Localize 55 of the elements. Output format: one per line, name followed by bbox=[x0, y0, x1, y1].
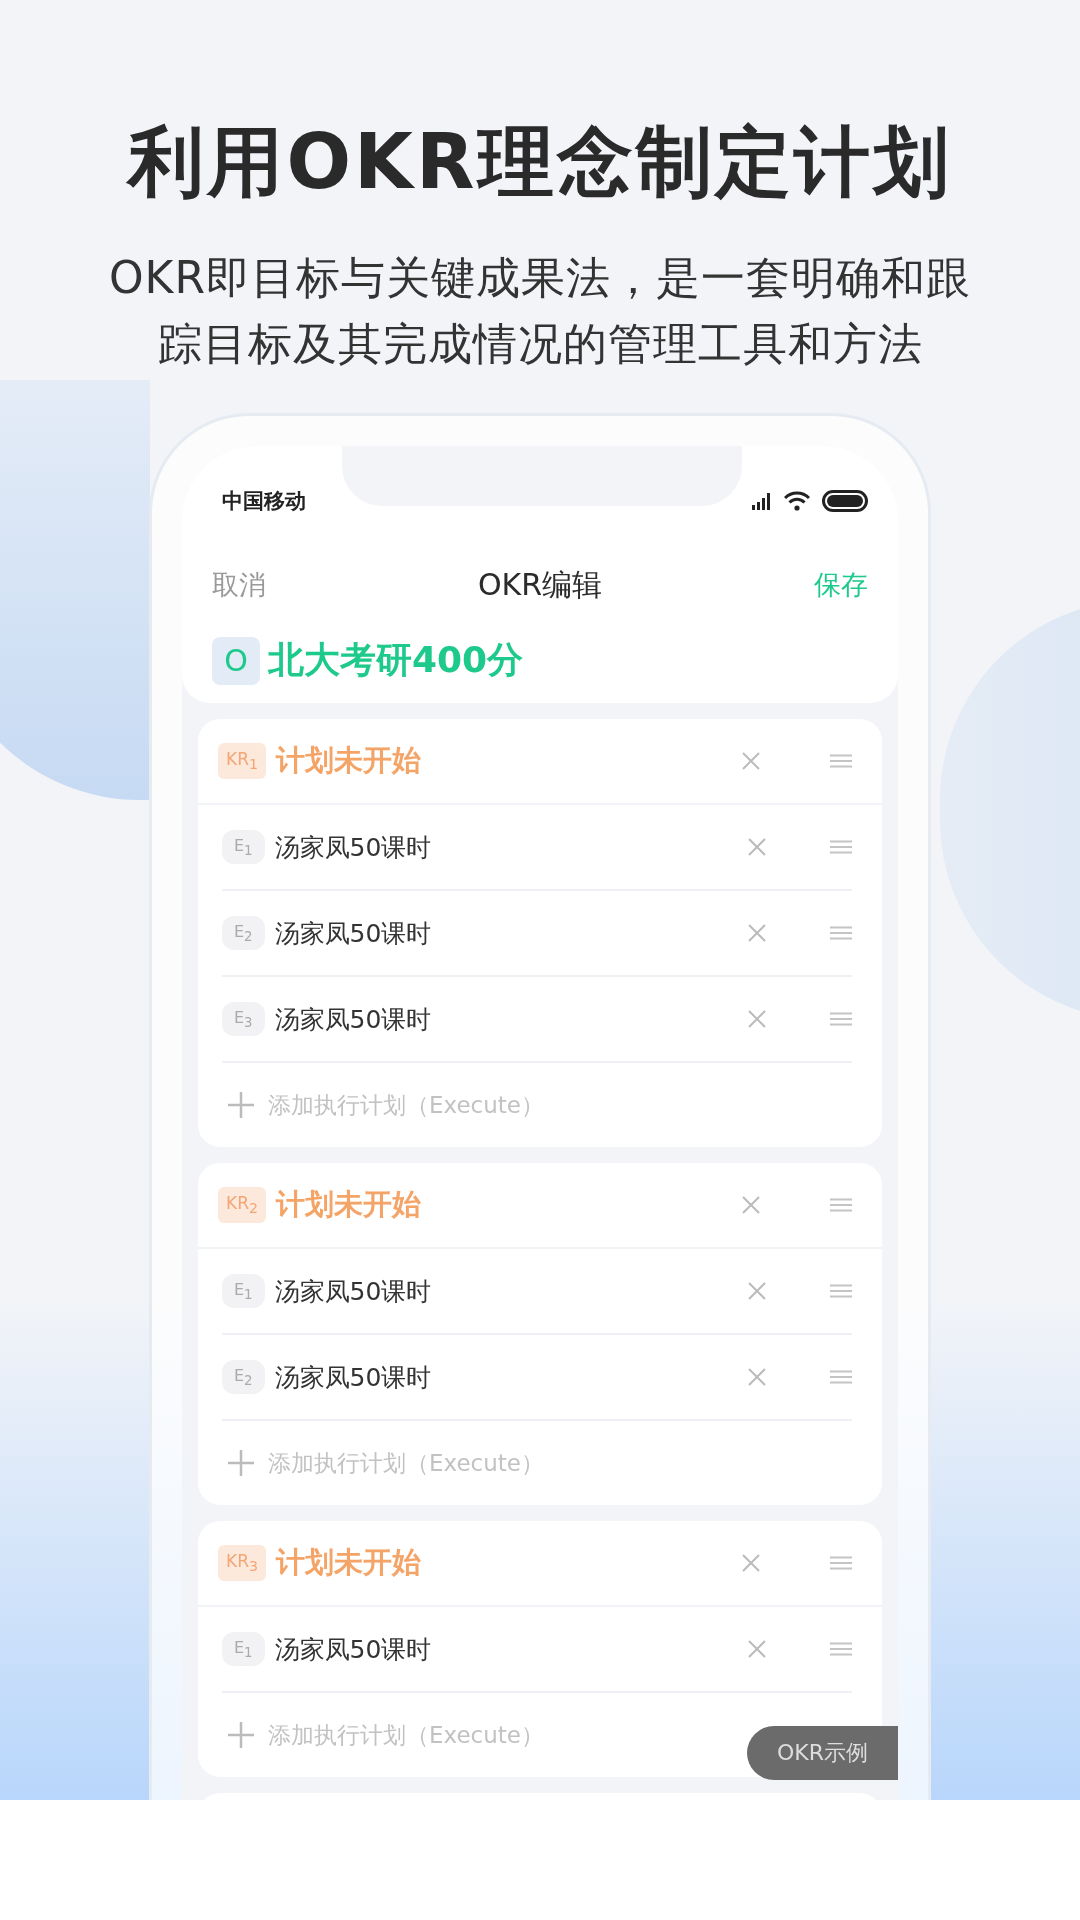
drag-handle-icon[interactable] bbox=[830, 1556, 852, 1570]
close-icon[interactable] bbox=[742, 1554, 760, 1572]
add-execute-link[interactable]: 添加执行计划（Execute） bbox=[268, 1447, 544, 1479]
plus-icon[interactable] bbox=[228, 1722, 254, 1748]
execute-text: 汤家凤50课时 bbox=[274, 831, 433, 864]
execute-text: 汤家凤50课时 bbox=[274, 917, 433, 950]
subtitle-line: OKR即目标与关键成果法，是一套明确和跟 bbox=[108, 251, 972, 305]
close-icon[interactable] bbox=[748, 1010, 766, 1028]
drag-handle-icon[interactable] bbox=[830, 1198, 852, 1212]
close-icon[interactable] bbox=[748, 1282, 766, 1300]
key-result-tag: KR$_{1}$ bbox=[218, 743, 266, 779]
wifi-icon bbox=[784, 491, 810, 511]
add-execute-link[interactable]: 添加执行计划（Execute） bbox=[268, 1719, 544, 1751]
execute-text: 汤家凤50课时 bbox=[274, 1003, 433, 1036]
execute-tag: E$_{1}$ bbox=[222, 1631, 265, 1667]
close-icon[interactable] bbox=[748, 1368, 766, 1386]
drag-handle-icon[interactable] bbox=[830, 1642, 852, 1656]
close-icon[interactable] bbox=[742, 1196, 760, 1214]
close-icon[interactable] bbox=[748, 924, 766, 942]
plus-icon[interactable] bbox=[228, 1092, 254, 1118]
drag-handle-icon[interactable] bbox=[830, 754, 852, 768]
cancel-button[interactable]: 取消 bbox=[212, 567, 266, 603]
execute-tag: E$_{1}$ bbox=[222, 1273, 265, 1309]
key-result-title: 计划未开始 bbox=[276, 742, 422, 779]
save-button[interactable]: 保存 bbox=[814, 567, 868, 603]
close-icon[interactable] bbox=[748, 838, 766, 856]
execute-tag: E$_{3}$ bbox=[222, 1001, 265, 1037]
execute-tag: E$_{1}$ bbox=[222, 829, 265, 865]
execute-text: 汤家凤50课时 bbox=[274, 1361, 433, 1394]
key-result-tag: KR$_{2}$ bbox=[218, 1187, 266, 1223]
close-icon[interactable] bbox=[748, 1640, 766, 1658]
signal-icon bbox=[752, 492, 772, 510]
key-result-tag: KR$_{3}$ bbox=[218, 1545, 266, 1581]
battery-icon bbox=[822, 490, 868, 512]
carrier-name: 中国移动 bbox=[222, 488, 306, 515]
screen-title: OKR编辑 bbox=[477, 565, 603, 604]
objective-title: 北大考研400分 bbox=[268, 638, 524, 682]
add-execute-link[interactable]: 添加执行计划（Execute） bbox=[268, 1089, 544, 1121]
execute-text: 汤家凤50课时 bbox=[274, 1275, 433, 1308]
execute-text: 汤家凤50课时 bbox=[274, 1633, 433, 1666]
execute-tag: E$_{2}$ bbox=[222, 1359, 265, 1395]
drag-handle-icon[interactable] bbox=[830, 1012, 852, 1026]
close-icon[interactable] bbox=[742, 752, 760, 770]
key-result-title: 计划未开始 bbox=[276, 1186, 422, 1223]
drag-handle-icon[interactable] bbox=[830, 1284, 852, 1298]
example-button[interactable]: OKR示例 bbox=[746, 1726, 898, 1780]
drag-handle-icon[interactable] bbox=[830, 1370, 852, 1384]
drag-handle-icon[interactable] bbox=[830, 926, 852, 940]
plus-icon[interactable] bbox=[228, 1450, 254, 1476]
execute-tag: E$_{2}$ bbox=[222, 915, 265, 951]
subtitle-line: 踪目标及其完成情况的管理工具和方法 bbox=[156, 317, 924, 371]
drag-handle-icon[interactable] bbox=[830, 840, 852, 854]
key-result-title: 计划未开始 bbox=[276, 1544, 422, 1581]
headline: 利用OKR理念制定计划 bbox=[128, 116, 952, 208]
objective-tag: O bbox=[212, 636, 260, 685]
